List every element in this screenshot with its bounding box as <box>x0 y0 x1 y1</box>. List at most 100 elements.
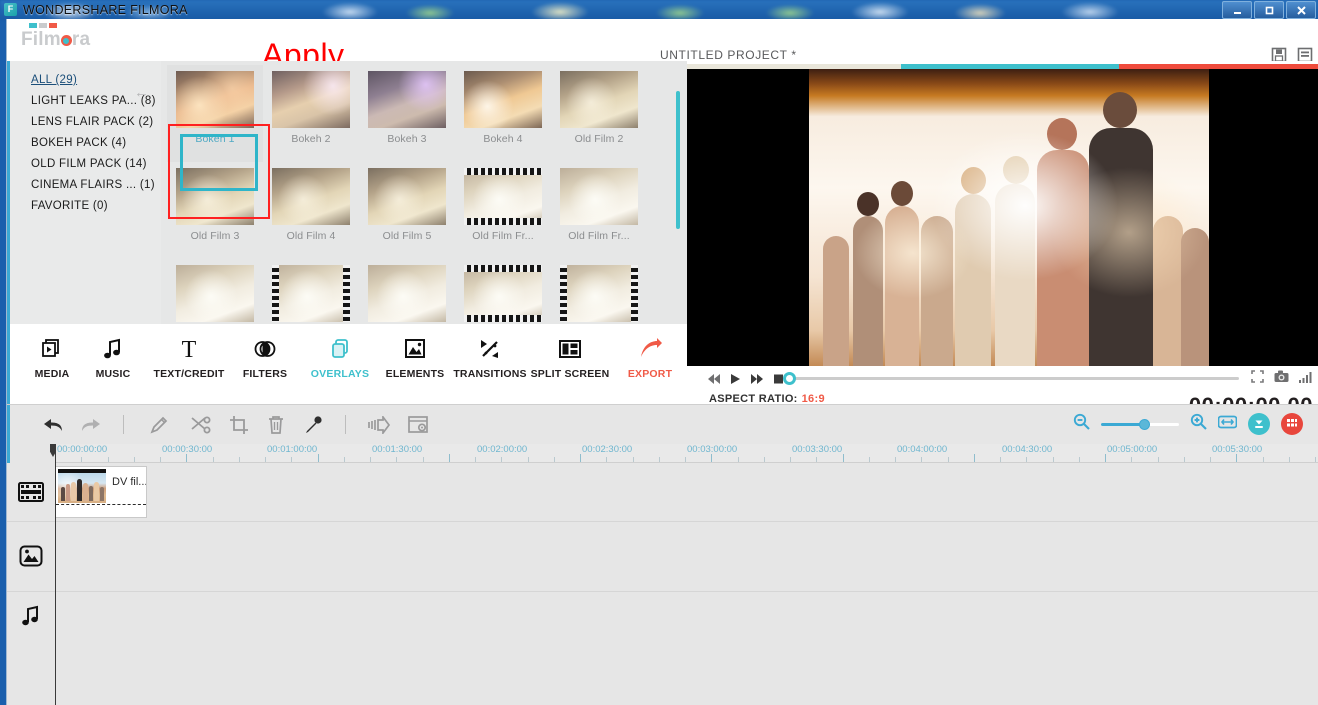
player-controls <box>687 366 1318 391</box>
window-title: WONDERSHARE FILMORA <box>23 3 188 17</box>
browser-scrollbar[interactable] <box>676 91 680 229</box>
tab-label: FILTERS <box>225 368 305 380</box>
overlay-item-old-film-5[interactable]: Old Film 5 <box>359 162 455 259</box>
ruler-mark <box>396 457 397 462</box>
undo-button[interactable] <box>41 413 65 437</box>
export-icon <box>610 334 690 364</box>
delete-trash-button[interactable] <box>264 413 288 437</box>
ruler-tick: 00:05:00:00 <box>1105 444 1157 455</box>
ruler-mark <box>1158 457 1159 462</box>
minimize-icon[interactable] <box>1222 1 1252 19</box>
ruler-mark <box>711 454 712 462</box>
crop-button[interactable] <box>227 413 251 437</box>
ruler-mark <box>633 457 634 462</box>
overlay-item-bokeh-2[interactable]: Bokeh 2 <box>263 65 359 162</box>
clip-label: DV fil... <box>112 476 147 488</box>
overlay-thumbnail <box>560 265 638 322</box>
overlay-item-old-film-3[interactable]: Old Film 3 <box>167 162 263 259</box>
record-voiceover-icon[interactable] <box>1248 413 1270 435</box>
ruler-tick: 00:02:00:00 <box>475 444 527 455</box>
overlay-label: Old Film 2 <box>575 133 624 145</box>
overlay-item-old-film-2[interactable]: Old Film 2 <box>551 65 647 162</box>
tab-elements[interactable]: ELEMENTS <box>375 334 455 380</box>
sidebar-item-favorite[interactable]: FAVORITE (0) <box>7 196 161 217</box>
maximize-icon[interactable] <box>1254 1 1284 19</box>
sidebar-item-lens-flair[interactable]: LENS FLAIR PACK (2) <box>7 112 161 133</box>
ruler-mark <box>659 457 660 462</box>
fullscreen-icon[interactable] <box>1251 370 1264 388</box>
sidebar-item-cinema-flairs[interactable]: CINEMA FLAIRS ... (1) <box>7 175 161 196</box>
overlay-grid: Bokeh 1 Bokeh 2 Bokeh 3 Bokeh 4 Old Film… <box>167 65 667 356</box>
overlay-item-old-film-4[interactable]: Old Film 4 <box>263 162 359 259</box>
voiceover-mic-button[interactable] <box>302 413 326 437</box>
overlay-label: Bokeh 1 <box>195 133 234 145</box>
ruler-mark <box>1000 457 1001 462</box>
ruler-mark <box>1236 454 1237 462</box>
grid-view-icon[interactable] <box>1281 413 1303 435</box>
zoom-slider-handle[interactable] <box>1139 419 1150 430</box>
sidebar-item-old-film[interactable]: OLD FILM PACK (14) <box>7 154 161 175</box>
edit-pencil-button[interactable] <box>147 413 171 437</box>
ruler-mark <box>1263 457 1264 462</box>
tab-text-credit[interactable]: T TEXT/CREDIT <box>149 334 229 380</box>
playhead-handle[interactable] <box>50 444 56 457</box>
overlay-label: Bokeh 4 <box>483 133 522 145</box>
window-controls[interactable] <box>1222 1 1316 19</box>
tab-label: SPLIT SCREEN <box>530 368 610 380</box>
play-button[interactable] <box>730 373 741 385</box>
overlay-item-old-film-frame-2[interactable]: Old Film Fr... <box>551 162 647 259</box>
tab-filters[interactable]: FILTERS <box>225 334 305 380</box>
timeline-ruler[interactable]: 00:00:00:00 00:00:30:00 00:01:00:00 00:0… <box>55 444 1318 463</box>
ruler-mark <box>213 457 214 462</box>
video-track[interactable]: DV fil... <box>7 463 1318 522</box>
timeline-playhead[interactable] <box>55 444 56 705</box>
zoom-out-icon[interactable] <box>1073 413 1090 435</box>
image-track-body[interactable] <box>55 521 1318 591</box>
overlay-item-bokeh-3[interactable]: Bokeh 3 <box>359 65 455 162</box>
rewind-button[interactable] <box>707 373 721 385</box>
forward-button[interactable] <box>750 373 764 385</box>
timeline-panel: 00:00:00:00 00:00:30:00 00:01:00:00 00:0… <box>7 404 1318 705</box>
film-strip-icon <box>7 463 55 521</box>
tab-transitions[interactable]: TRANSITIONS <box>450 334 530 380</box>
snapshot-camera-icon[interactable] <box>1274 370 1289 388</box>
overlay-item-old-film-frame-1[interactable]: Old Film Fr... <box>455 162 551 259</box>
playback-scrubber[interactable] <box>793 377 1239 380</box>
image-track[interactable] <box>7 521 1318 592</box>
signal-levels-icon[interactable] <box>1299 370 1313 388</box>
timeline-clip[interactable]: DV fil... <box>55 466 147 518</box>
project-settings-button[interactable] <box>406 413 430 437</box>
svg-text:T: T <box>182 337 197 361</box>
marker-button[interactable] <box>367 413 391 437</box>
overlay-item-bokeh-4[interactable]: Bokeh 4 <box>455 65 551 162</box>
video-track-body[interactable]: DV fil... <box>55 463 1318 521</box>
split-scissors-button[interactable] <box>188 413 212 437</box>
tab-overlays[interactable]: OVERLAYS <box>300 334 380 380</box>
ruler-mark <box>816 457 817 462</box>
fit-to-timeline-icon[interactable] <box>1218 415 1237 434</box>
overlay-item-bokeh-1[interactable]: Bokeh 1 <box>167 65 263 162</box>
redo-button[interactable] <box>79 413 103 437</box>
tab-music[interactable]: MUSIC <box>73 334 153 380</box>
sidebar-item-bokeh[interactable]: BOKEH PACK (4) <box>7 133 161 154</box>
zoom-in-icon[interactable] <box>1190 413 1207 435</box>
zoom-slider[interactable] <box>1101 423 1179 426</box>
preview-right-controls[interactable] <box>1251 370 1313 388</box>
audio-track-body[interactable] <box>55 591 1318 705</box>
scrubber-handle[interactable] <box>783 372 796 385</box>
ruler-mark <box>921 457 922 462</box>
overlay-label: Old Film Fr... <box>472 230 533 242</box>
video-preview[interactable] <box>687 69 1318 366</box>
ruler-mark <box>1079 457 1080 462</box>
back-arrow-icon[interactable]: ← <box>134 85 149 100</box>
export-button[interactable]: EXPORT <box>610 334 690 380</box>
music-note-icon <box>7 591 55 705</box>
ruler-mark <box>738 457 739 462</box>
filters-icon <box>225 334 305 364</box>
audio-track[interactable] <box>7 591 1318 705</box>
close-icon[interactable] <box>1286 1 1316 19</box>
tab-split-screen[interactable]: SPLIT SCREEN <box>530 334 610 380</box>
timeline-zoom-controls[interactable] <box>1073 413 1303 435</box>
overlay-thumbnail <box>464 168 542 225</box>
tab-label: TRANSITIONS <box>450 368 530 380</box>
